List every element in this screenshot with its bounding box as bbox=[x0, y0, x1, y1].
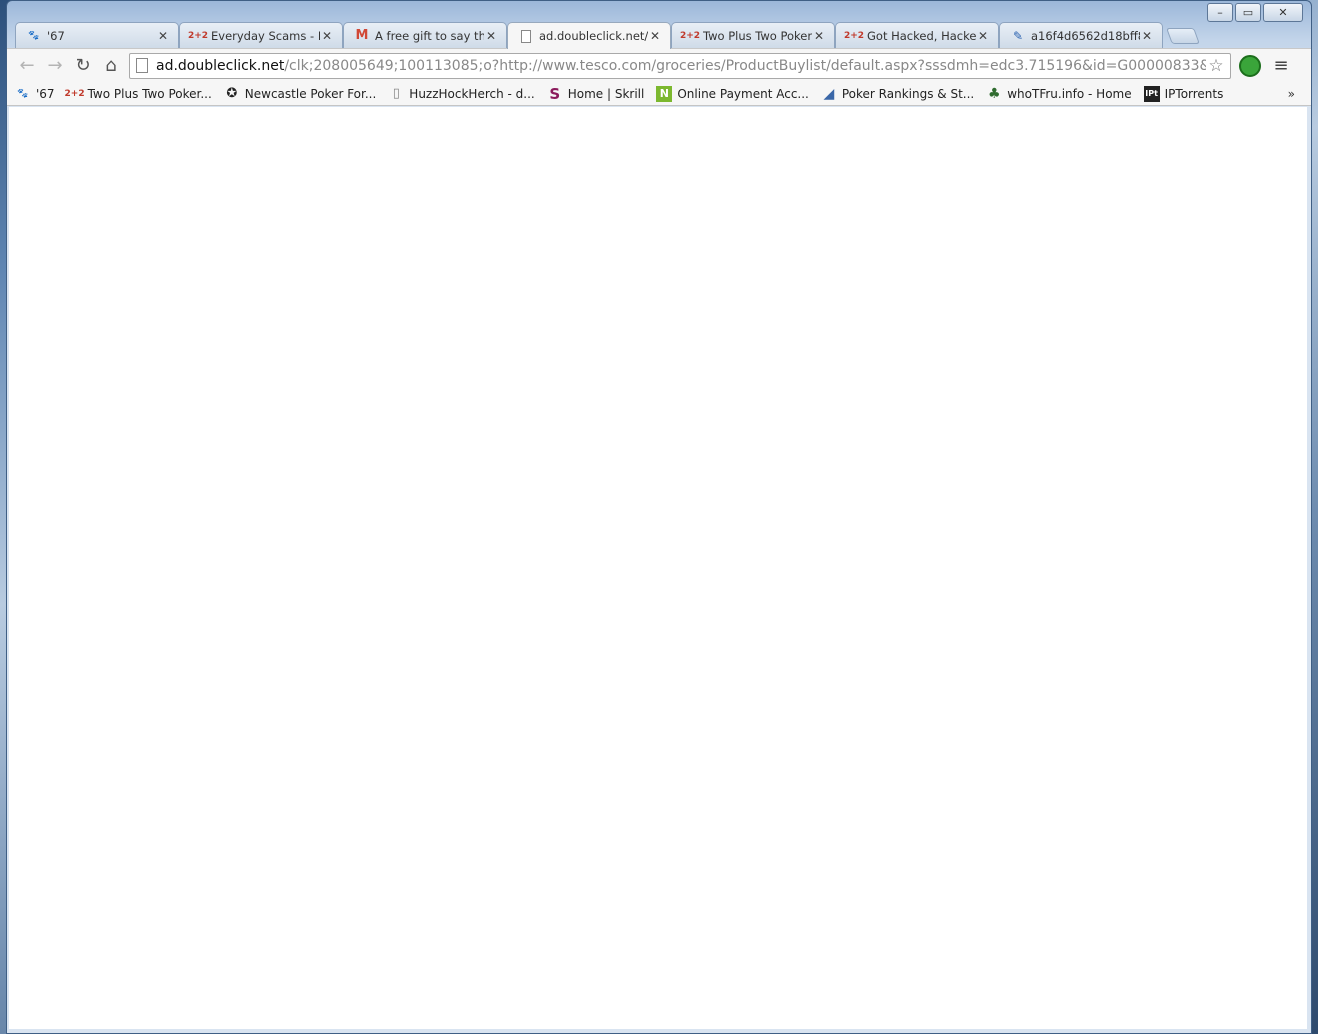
bookmark-iptorrents[interactable]: IPt IPTorrents bbox=[1143, 85, 1224, 102]
close-icon[interactable]: ✕ bbox=[976, 29, 990, 43]
close-icon[interactable]: ✕ bbox=[812, 29, 826, 43]
bookmark-online-payment[interactable]: N Online Payment Acc... bbox=[656, 85, 809, 102]
bookmark-label: whoTFru.info - Home bbox=[1007, 86, 1132, 101]
home-button[interactable]: ⌂ bbox=[97, 52, 125, 80]
forward-button[interactable]: → bbox=[41, 52, 69, 80]
bookmark-huzzhockherch[interactable]: ▯ HuzzHockHerch - d... bbox=[388, 86, 535, 102]
chart-icon: ◢ bbox=[823, 85, 835, 102]
bookmark-label: '67 bbox=[36, 86, 55, 101]
twoplustwo-icon: 2+2 bbox=[64, 88, 85, 99]
address-bar[interactable]: ad.doubleclick.net/clk;208005649;1001130… bbox=[129, 52, 1231, 79]
twoplustwo-icon: 2+2 bbox=[843, 30, 865, 41]
bookmark-label: Newcastle Poker For... bbox=[244, 86, 377, 101]
browser-window: – ▭ ✕ 🐾 '67 ✕ 2+2 Everyday Scams - Pa ✕ … bbox=[6, 0, 1312, 1034]
bookmarks-overflow-button[interactable]: » bbox=[1288, 87, 1295, 101]
newcastle-icon: ✪ bbox=[226, 86, 238, 101]
bookmark-two-plus-two[interactable]: 2+2 Two Plus Two Poker... bbox=[64, 86, 212, 102]
url-text[interactable]: ad.doubleclick.net/clk;208005649;1001130… bbox=[156, 58, 1206, 74]
reload-button[interactable]: ↻ bbox=[69, 52, 97, 80]
iptorrents-icon: IPt bbox=[1143, 85, 1160, 102]
tab-strip: 🐾 '67 ✕ 2+2 Everyday Scams - Pa ✕ M A fr… bbox=[15, 22, 1200, 49]
tab-two-plus-two-poker[interactable]: 2+2 Two Plus Two Poker ✕ bbox=[671, 22, 835, 48]
bookmark-67[interactable]: 🐾 '67 bbox=[15, 86, 55, 102]
tab-a16f4d[interactable]: ✎ a16f4d6562d18bff806 ✕ bbox=[999, 22, 1163, 48]
pen-icon: ✎ bbox=[1012, 28, 1024, 43]
tab-title: a16f4d6562d18bff806 bbox=[1031, 28, 1140, 43]
close-icon[interactable]: ✕ bbox=[484, 29, 498, 43]
bookmark-poker-rankings[interactable]: ◢ Poker Rankings & St... bbox=[821, 86, 974, 102]
extension-icon[interactable] bbox=[1239, 54, 1261, 77]
url-host: ad.doubleclick.net bbox=[156, 57, 285, 74]
bookmark-star-icon[interactable]: ☆ bbox=[1206, 56, 1226, 76]
twoplustwo-icon: 2+2 bbox=[679, 30, 701, 41]
bookmarks-bar: 🐾 '67 2+2 Two Plus Two Poker... ✪ Newcas… bbox=[7, 82, 1311, 106]
page-icon: ▯ bbox=[392, 86, 400, 101]
browser-toolbar: ← → ↻ ⌂ ad.doubleclick.net/clk;208005649… bbox=[7, 48, 1311, 82]
bookmark-newcastle-poker[interactable]: ✪ Newcastle Poker For... bbox=[224, 86, 377, 102]
new-tab-button[interactable] bbox=[1166, 28, 1200, 44]
puppies-icon: 🐾 bbox=[28, 30, 40, 41]
bookmark-label: Home | Skrill bbox=[567, 86, 645, 101]
close-icon[interactable]: ✕ bbox=[1140, 29, 1154, 43]
close-icon[interactable]: ✕ bbox=[320, 29, 334, 43]
tab-title: Everyday Scams - Pa bbox=[211, 28, 320, 43]
tab-title: '67 bbox=[47, 28, 65, 43]
neteller-icon: N bbox=[656, 85, 673, 102]
puppies-icon: 🐾 bbox=[17, 88, 29, 99]
page-icon bbox=[518, 28, 534, 44]
gmail-icon: M bbox=[355, 28, 369, 43]
home-icon: ⌂ bbox=[105, 55, 117, 76]
close-icon[interactable]: ✕ bbox=[156, 29, 170, 43]
tab-title: Got Hacked, Hacker bbox=[867, 28, 976, 43]
bookmark-label: Online Payment Acc... bbox=[677, 86, 809, 101]
bookmark-label: IPTorrents bbox=[1164, 86, 1224, 101]
bookmark-label: HuzzHockHerch - d... bbox=[409, 86, 535, 101]
tab-title: A free gift to say thar bbox=[375, 28, 484, 43]
forward-arrow-icon: → bbox=[47, 55, 63, 76]
window-caption-buttons: – ▭ ✕ bbox=[1207, 3, 1303, 22]
close-window-button[interactable]: ✕ bbox=[1263, 3, 1303, 22]
url-path: /clk;208005649;100113085;o?http://www.te… bbox=[284, 57, 1206, 74]
bookmark-label: Two Plus Two Poker... bbox=[87, 86, 212, 101]
bookmark-whotfru[interactable]: ♣ whoTFru.info - Home bbox=[986, 85, 1132, 102]
bookmark-skrill[interactable]: S Home | Skrill bbox=[547, 84, 645, 103]
reload-icon: ↻ bbox=[75, 55, 91, 76]
tree-icon: ♣ bbox=[987, 85, 1001, 102]
tab-67[interactable]: 🐾 '67 ✕ bbox=[15, 22, 179, 48]
tab-everyday-scams[interactable]: 2+2 Everyday Scams - Pa ✕ bbox=[179, 22, 343, 48]
tab-doubleclick[interactable]: ad.doubleclick.net/c ✕ bbox=[507, 22, 671, 49]
tab-free-gift[interactable]: M A free gift to say thar ✕ bbox=[343, 22, 507, 48]
tab-title: ad.doubleclick.net/c bbox=[539, 29, 648, 43]
maximize-button[interactable]: ▭ bbox=[1235, 3, 1261, 22]
page-content bbox=[9, 107, 1307, 1029]
back-arrow-icon: ← bbox=[19, 55, 35, 76]
skrill-icon: S bbox=[549, 84, 561, 103]
minimize-button[interactable]: – bbox=[1207, 3, 1233, 22]
page-icon bbox=[136, 58, 148, 73]
twoplustwo-icon: 2+2 bbox=[187, 30, 209, 41]
menu-button[interactable]: ≡ bbox=[1267, 55, 1295, 76]
close-icon[interactable]: ✕ bbox=[648, 29, 662, 43]
tab-title: Two Plus Two Poker bbox=[703, 28, 812, 43]
bookmark-label: Poker Rankings & St... bbox=[841, 86, 975, 101]
tab-got-hacked[interactable]: 2+2 Got Hacked, Hacker ✕ bbox=[835, 22, 999, 48]
menu-icon: ≡ bbox=[1273, 55, 1289, 76]
back-button[interactable]: ← bbox=[13, 52, 41, 80]
